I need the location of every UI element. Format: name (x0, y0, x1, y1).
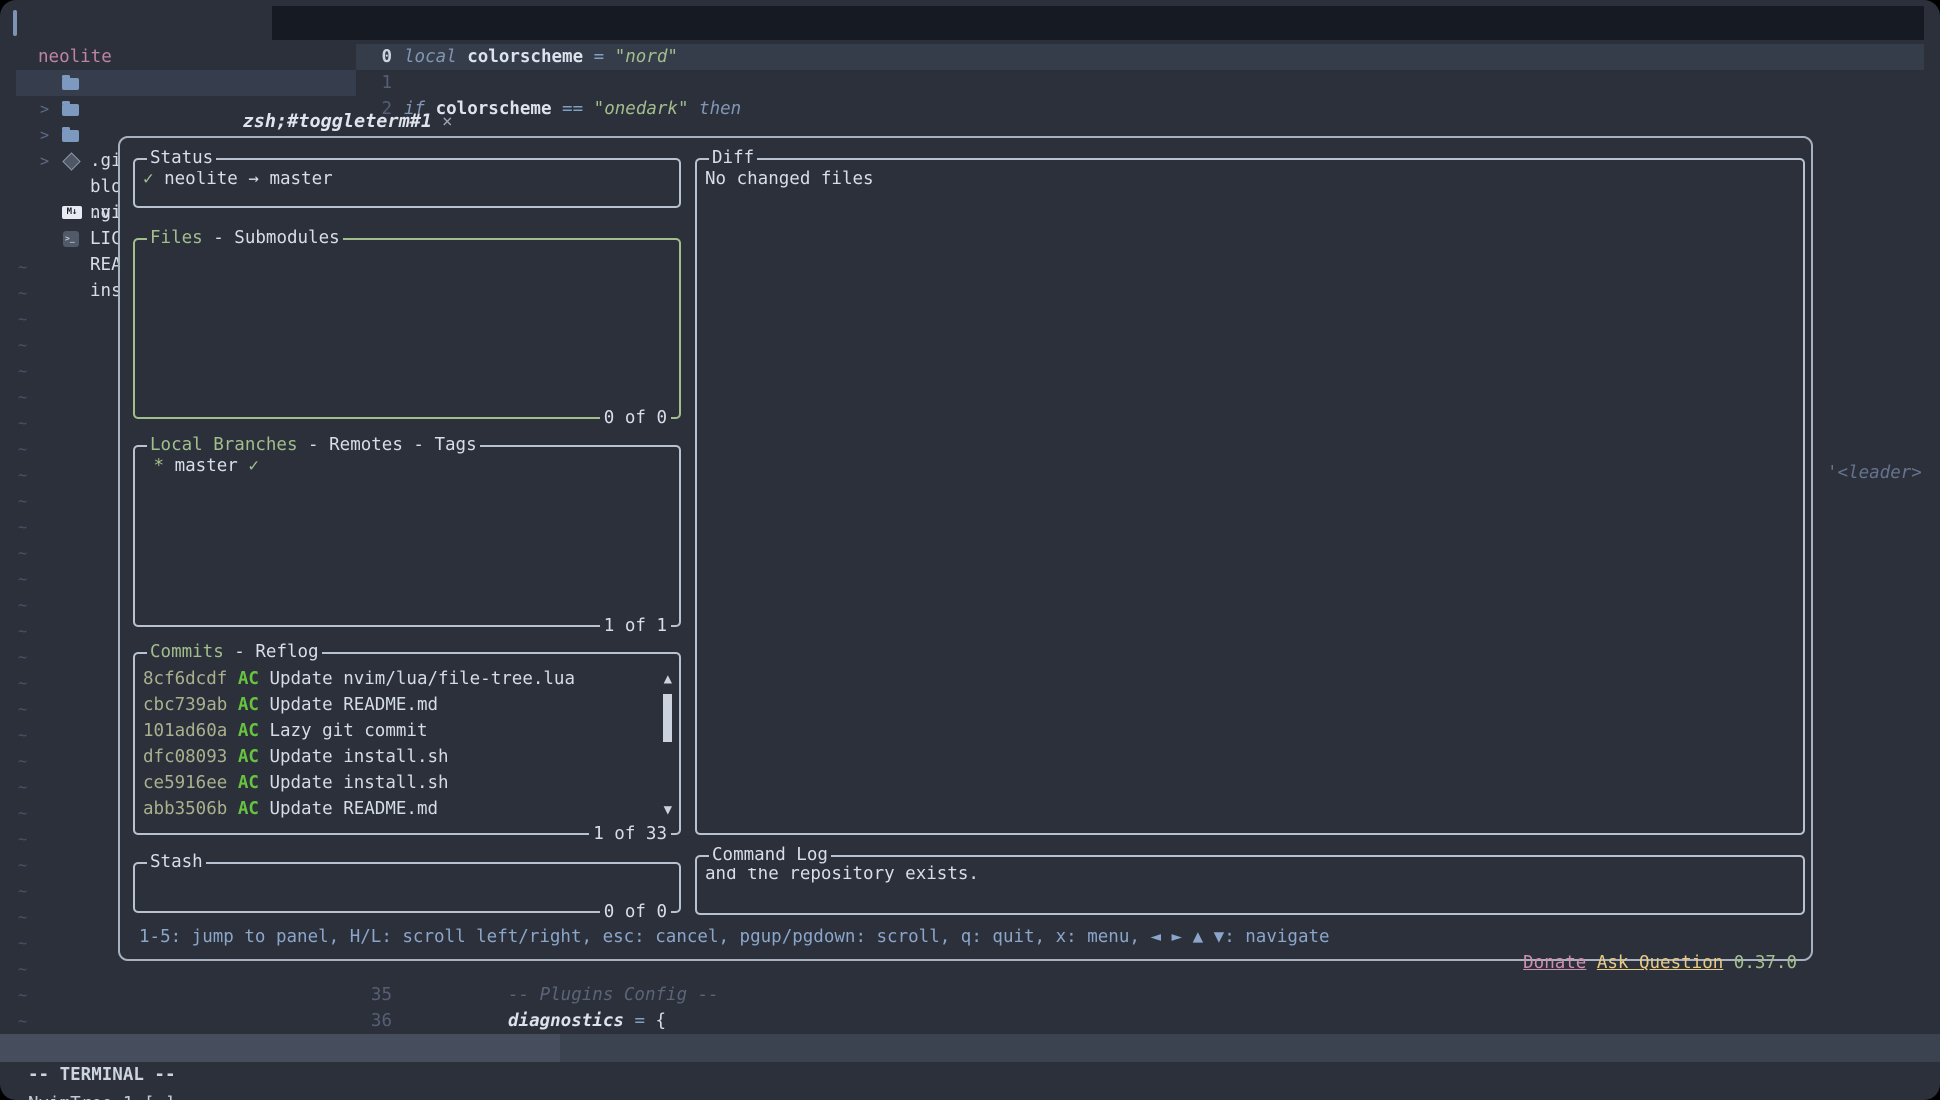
footer-links: DonateAsk Question0.37.0 (1439, 924, 1797, 950)
command-log-panel[interactable]: Command Log and the repository exists. (695, 855, 1805, 915)
empty-buffer-tildes: ~ ~ ~ ~ ~ ~ ~ ~ ~ ~ ~ ~ ~ ~ ~ ~ ~ ~ ~ ~ … (18, 254, 27, 1034)
scroll-down-icon[interactable]: ▼ (664, 803, 672, 817)
ask-question-link[interactable]: Ask Question (1597, 953, 1723, 973)
commit-row[interactable]: cbc739ab AC Update README.md (135, 692, 679, 718)
stash-panel-title: Stash (147, 850, 206, 875)
code-line-36: 36diagnostics = { (356, 1008, 1924, 1034)
files-panel-title: Files - Submodules (147, 226, 343, 251)
code-line-35: 35-- Plugins Config -- (356, 982, 1924, 1008)
mode-indicator: -- TERMINAL -- (28, 1062, 176, 1088)
commit-row[interactable]: 8cf6dcdf AC Update nvim/lua/file-tree.lu… (135, 666, 679, 692)
command-log-content: and the repository exists. (697, 857, 1803, 884)
neovim-window: zsh;#toggleterm#1× neolite > .git > blob… (0, 0, 1940, 1100)
scrollbar-thumb[interactable] (663, 694, 672, 742)
files-panel[interactable]: Files - Submodules 0 of 0 (133, 238, 681, 419)
donate-link[interactable]: Donate (1523, 953, 1586, 973)
diff-panel-title: Diff (709, 146, 757, 171)
commit-row[interactable]: ce5916ee AC Update install.sh (135, 770, 679, 796)
gitignore-icon (62, 152, 80, 170)
stash-panel[interactable]: Stash 0 of 0 (133, 862, 681, 913)
commits-panel-title: Commits - Reflog (147, 640, 322, 665)
branches-panel-title: Local Branches - Remotes - Tags (147, 433, 480, 458)
markdown-icon: M↓ (62, 204, 80, 222)
tabline-filler (272, 6, 1924, 40)
statusline-active-segment (0, 1034, 560, 1062)
version-label: 0.37.0 (1734, 953, 1797, 973)
commit-list: 8cf6dcdf AC Update nvim/lua/file-tree.lu… (135, 654, 679, 822)
status-branch-line: ✓ neolite → master (135, 160, 679, 189)
diff-panel[interactable]: Diff No changed files (695, 158, 1805, 835)
code-line-0: 0local colorscheme = "nord" (356, 44, 1924, 70)
commits-count: 1 of 33 (589, 822, 671, 847)
check-icon: ✓ (238, 456, 259, 476)
branches-count: 1 of 1 (600, 614, 671, 639)
code-line-2: 2if colorscheme == "onedark" then (356, 96, 1924, 122)
tab-indicator-bar (13, 10, 17, 36)
status-panel-title: Status (147, 146, 216, 171)
tree-item-blob-folder[interactable]: > blob (16, 96, 356, 122)
statusline: NvimTree_1 [-] 2:1 colorschemes.lua 1:1 (0, 1034, 1940, 1062)
command-log-title: Command Log (709, 843, 831, 868)
terminal-script-icon: >_ (62, 230, 80, 248)
commit-row[interactable]: abb3506b AC Update README.md (135, 796, 679, 822)
commit-row[interactable]: 101ad60a AC Lazy git commit (135, 718, 679, 744)
files-count: 0 of 0 (600, 406, 671, 431)
stash-count: 0 of 0 (600, 900, 671, 925)
tabline: zsh;#toggleterm#1× (0, 6, 1940, 40)
screen: zsh;#toggleterm#1× neolite > .git > blob… (0, 0, 1940, 1100)
commits-panel[interactable]: Commits - Reflog 8cf6dcdf AC Update nvim… (133, 652, 681, 835)
code-line-1: 1 (356, 70, 1924, 96)
status-panel[interactable]: Status ✓ neolite → master (133, 158, 681, 208)
folder-icon (62, 130, 79, 142)
check-icon: ✓ (143, 169, 154, 189)
star-icon: * (143, 456, 175, 476)
scroll-up-icon[interactable]: ▲ (664, 672, 672, 686)
tree-item-git-folder[interactable]: > .git (16, 70, 356, 96)
lazygit-floating-window: Status ✓ neolite → master Files - Submod… (118, 136, 1813, 961)
folder-icon (62, 104, 79, 116)
branches-panel[interactable]: Local Branches - Remotes - Tags * master… (133, 445, 681, 627)
tree-root-name: neolite (16, 44, 378, 70)
diff-content: No changed files (697, 160, 1803, 189)
statusline-buffer-name: NvimTree_1 [-] (28, 1090, 176, 1100)
commit-row[interactable]: dfc08093 AC Update install.sh (135, 744, 679, 770)
folder-icon (62, 78, 79, 90)
background-code-leader: '<leader> (1827, 460, 1922, 486)
key-icon (62, 178, 80, 196)
